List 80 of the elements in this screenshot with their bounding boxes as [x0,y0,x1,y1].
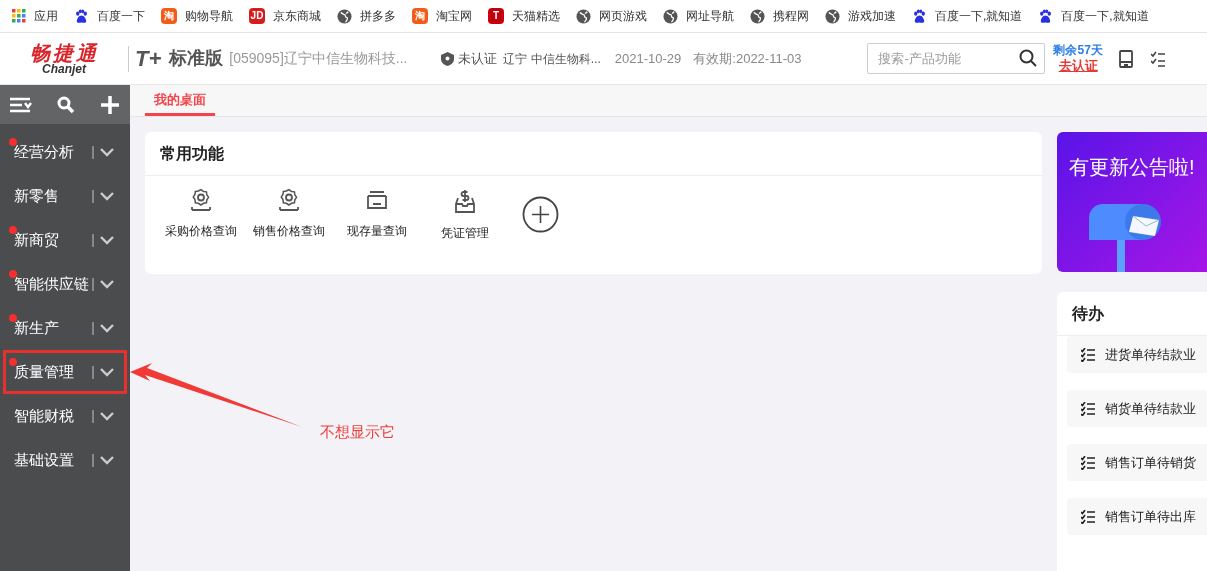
bookmark-link[interactable]: T 天猫精选 [488,7,560,25]
bookmark-link[interactable]: 淘 购物导航 [161,7,233,25]
bookmark-logo-icon: 淘 [412,8,428,24]
search-icon[interactable] [57,95,75,114]
announcement-banner[interactable]: 有更新公告啦! [1057,132,1207,272]
globe-icon [337,8,352,24]
bookmark-logo-icon: JD [249,8,265,24]
product-logo: T+ [135,45,162,73]
chevron-down-icon[interactable] [100,411,114,421]
sidebar-menu-item[interactable]: 新生产 [3,306,127,350]
bookmark-link[interactable]: 百度一下 [74,7,145,25]
todo-item[interactable]: 销售订单待出库 [1067,498,1207,535]
brand-logo: 畅捷通 Chanjet [28,42,100,75]
sidebar-menu-item[interactable]: 智能供应链 [3,262,127,306]
bookmark-link[interactable]: 网页游戏 [576,7,647,25]
apps-grid-icon [12,9,26,23]
auth-status: 未认证 [458,49,498,68]
function-shortcut[interactable]: 凭证管理 [421,188,509,242]
chevron-down-icon[interactable] [100,367,114,377]
inbox-dollar-icon [453,188,477,214]
auth-company: 辽宁 中信生物科... [503,50,601,68]
bookmark-link[interactable]: 淘 淘宝网 [412,7,472,25]
sidebar-menu-item[interactable]: 基础设置 [3,438,127,482]
expiry-date: 有效期:2022-11-03 [693,49,802,68]
bookmark-link[interactable]: 携程网 [750,7,809,25]
sidebar-menu-item[interactable]: 智能财税 [3,394,127,438]
function-shortcut[interactable]: 采购价格查询 [157,188,245,240]
checklist-icon [1081,401,1095,416]
sidebar-menu-item[interactable]: 新商贸 [3,218,127,262]
tray-icon [365,188,389,212]
globe-icon [750,8,765,24]
add-circle-icon[interactable] [522,196,559,233]
bookmark-link[interactable]: 游戏加速 [825,7,896,25]
annotation-text: 不想显示它 [320,422,395,442]
chevron-down-icon[interactable] [100,323,114,333]
gear-icon [277,188,301,212]
globe-icon [663,8,678,24]
shield-icon [441,51,455,66]
checklist-icon [1081,347,1095,362]
menu-icon[interactable] [10,96,32,113]
plus-icon[interactable] [100,94,120,115]
sidebar-menu-item[interactable]: 新零售 [3,174,127,218]
todo-item[interactable]: 销售订单待销货 [1067,444,1207,481]
chevron-down-icon[interactable] [100,235,114,245]
start-date: 2021-10-29 [614,49,682,68]
edition-label: 标准版 [169,47,224,70]
card-title: 常用功能 [160,143,224,164]
globe-icon [825,8,840,24]
globe-icon [576,8,591,24]
remaining-days: 剩余57天 [1053,42,1103,58]
function-shortcut[interactable]: 销售价格查询 [245,188,333,240]
company-name: [059095]辽宁中信生物科技... [229,49,408,68]
chevron-down-icon[interactable] [100,191,114,201]
chevron-down-icon[interactable] [100,279,114,289]
chevron-down-icon[interactable] [100,147,114,157]
bookmark-link[interactable]: 百度一下,就知道 [1038,7,1149,25]
bookmark-link[interactable]: 拼多多 [337,7,396,25]
sidebar-menu-item[interactable]: 质量管理 [3,350,127,394]
bookmark-link[interactable]: 应用 [12,7,58,25]
bookmark-logo-icon: T [488,8,504,24]
certify-link[interactable]: 去认证 [1058,57,1098,75]
search-field[interactable]: 搜索-产品功能 [867,43,1046,74]
todo-item[interactable]: 销货单待结款业 [1067,390,1207,427]
bookmark-link[interactable]: 百度一下,就知道 [912,7,1023,25]
checklist-icon [1081,509,1095,524]
paw-icon [1038,8,1054,24]
gear-icon [189,188,213,212]
sidebar-menu-item[interactable]: 经营分析 [3,130,127,174]
paw-icon [74,8,89,24]
paw-icon [912,8,927,24]
checklist-icon [1081,455,1095,470]
panel-title: 待办 [1072,303,1104,324]
bookmark-logo-icon: 淘 [161,8,177,24]
bookmark-link[interactable]: 网址导航 [663,7,734,25]
todo-item[interactable]: 进货单待结款业 [1067,336,1207,373]
search-icon[interactable] [1019,49,1038,67]
checklist-icon[interactable] [1150,50,1165,67]
bookmark-link[interactable]: JD 京东商城 [249,7,321,25]
function-shortcut[interactable]: 现存量查询 [333,188,421,240]
chevron-down-icon[interactable] [100,455,114,465]
